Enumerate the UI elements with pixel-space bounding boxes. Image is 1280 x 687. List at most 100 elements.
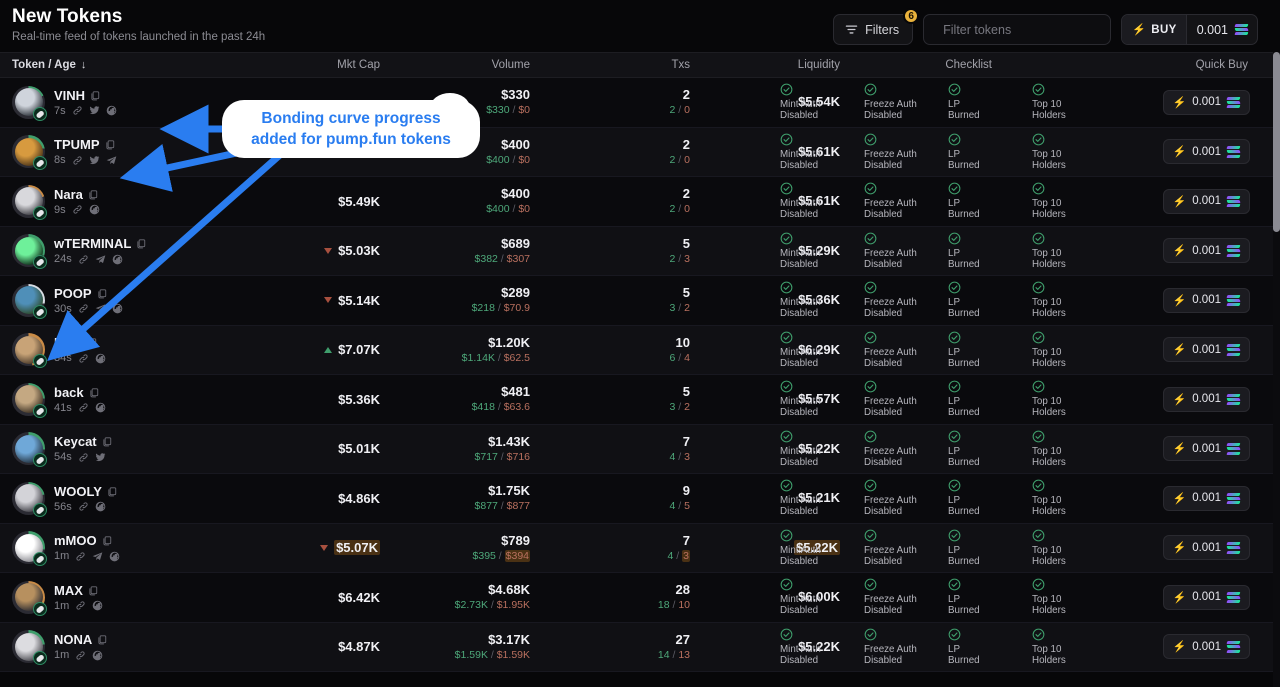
buy-button[interactable]: ⚡ BUY bbox=[1122, 15, 1186, 44]
quick-buy-button[interactable]: ⚡ 0.001 bbox=[1162, 139, 1250, 165]
column-header-volume[interactable]: Volume bbox=[380, 59, 530, 71]
globe-icon[interactable] bbox=[92, 600, 103, 611]
table-row[interactable]: POOP 30s $5.14K $289 $218 / $70.9 5 3 / 2 $5.36… bbox=[0, 276, 1280, 326]
table-row[interactable]: VINH 7s $330 $330 / $0 2 2 / 0 $5.54K Mint Auth… bbox=[0, 78, 1280, 128]
token-cell[interactable]: mMOO 1m bbox=[0, 531, 262, 567]
filters-button[interactable]: Filters 6 bbox=[833, 8, 920, 45]
globe-icon[interactable] bbox=[112, 254, 123, 265]
globe-icon[interactable] bbox=[95, 402, 106, 413]
table-row[interactable]: Fern 34s $7.07K $1.20K $1.14K / $62.5 10 6 / 4… bbox=[0, 325, 1280, 375]
quick-buy-button[interactable]: ⚡ 0.001 bbox=[1162, 287, 1250, 313]
table-row[interactable]: WOOLY 56s $4.86K $1.75K $877 / $877 9 4 / 5 $5.… bbox=[0, 474, 1280, 524]
link-icon[interactable] bbox=[78, 501, 89, 512]
table-row[interactable]: back 41s $5.36K $481 $418 / $63.6 5 3 / 2 $5.57… bbox=[0, 375, 1280, 425]
token-cell[interactable]: Nara 9s bbox=[0, 184, 262, 220]
token-avatar[interactable] bbox=[12, 432, 47, 468]
token-cell[interactable]: POOP 30s bbox=[0, 283, 262, 319]
telegram-icon[interactable] bbox=[95, 303, 106, 314]
link-icon[interactable] bbox=[75, 551, 86, 562]
globe-icon[interactable] bbox=[95, 501, 106, 512]
table-row[interactable]: TPUMP8s$5.41K$400$400 / $022 / 0$5.61KMi… bbox=[0, 127, 1280, 177]
copy-icon[interactable] bbox=[102, 535, 112, 546]
token-cell[interactable]: MAX 1m bbox=[0, 580, 262, 616]
token-cell[interactable]: wTERMINAL 24s bbox=[0, 234, 262, 270]
token-avatar[interactable] bbox=[12, 333, 47, 369]
globe-icon[interactable] bbox=[112, 303, 123, 314]
table-row[interactable]: wTERMINAL 24s $5.03K $689 $382 / $307 5 2 / 3 $… bbox=[0, 226, 1280, 276]
link-icon[interactable] bbox=[75, 650, 86, 661]
copy-icon[interactable] bbox=[136, 238, 146, 249]
link-icon[interactable] bbox=[78, 452, 89, 463]
buy-amount-field[interactable]: 0.001 bbox=[1185, 15, 1257, 44]
column-header-liquidity[interactable]: Liquidity bbox=[690, 59, 840, 71]
column-header-mkt-cap[interactable]: Mkt Cap bbox=[262, 59, 380, 71]
token-avatar[interactable] bbox=[12, 481, 47, 517]
table-row[interactable]: mMOO 1m $5.07K $789 $395 / $394 7 4 / 3 $5.22K M… bbox=[0, 523, 1280, 573]
link-icon[interactable] bbox=[78, 303, 89, 314]
quick-buy-button[interactable]: ⚡ 0.001 bbox=[1162, 337, 1250, 363]
globe-icon[interactable] bbox=[95, 353, 106, 364]
link-icon[interactable] bbox=[78, 353, 89, 364]
link-icon[interactable] bbox=[78, 254, 89, 265]
token-cell[interactable]: NONA 1m bbox=[0, 630, 262, 666]
table-row[interactable]: NONA 1m $4.87K $3.17K $1.59K / $1.59K 27 14 / … bbox=[0, 622, 1280, 672]
quick-buy-button[interactable]: ⚡ 0.001 bbox=[1162, 584, 1250, 610]
copy-icon[interactable] bbox=[105, 139, 115, 150]
link-icon[interactable] bbox=[72, 204, 83, 215]
quick-buy-button[interactable]: ⚡ 0.001 bbox=[1162, 634, 1250, 660]
link-icon[interactable] bbox=[75, 600, 86, 611]
globe-icon[interactable] bbox=[109, 551, 120, 562]
column-header-token[interactable]: Token / Age ↓ bbox=[0, 59, 262, 71]
copy-icon[interactable] bbox=[97, 288, 107, 299]
quick-buy-button[interactable]: ⚡ 0.001 bbox=[1162, 238, 1250, 264]
quick-buy-button[interactable]: ⚡ 0.001 bbox=[1162, 535, 1250, 561]
twitter-icon[interactable] bbox=[89, 105, 100, 116]
vertical-scrollbar[interactable] bbox=[1273, 52, 1280, 687]
copy-icon[interactable] bbox=[97, 634, 107, 645]
copy-icon[interactable] bbox=[90, 90, 100, 101]
table-row[interactable]: MAX 1m $6.42K $4.68K $2.73K / $1.95K 28 18 / 1… bbox=[0, 573, 1280, 623]
table-row[interactable]: Nara 9s $5.49K $400 $400 / $0 2 2 / 0 $5.61K Min… bbox=[0, 177, 1280, 227]
quick-buy-button[interactable]: ⚡ 0.001 bbox=[1162, 386, 1250, 412]
quick-buy-button[interactable]: ⚡ 0.001 bbox=[1162, 485, 1250, 511]
token-avatar[interactable] bbox=[12, 630, 47, 666]
token-avatar[interactable] bbox=[12, 580, 47, 616]
telegram-icon[interactable] bbox=[106, 155, 117, 166]
telegram-icon[interactable] bbox=[95, 254, 106, 265]
token-cell[interactable]: Fern 34s bbox=[0, 333, 262, 369]
token-avatar[interactable] bbox=[12, 85, 47, 121]
token-avatar[interactable] bbox=[12, 382, 47, 418]
copy-icon[interactable] bbox=[87, 337, 97, 348]
globe-icon[interactable] bbox=[89, 204, 100, 215]
token-avatar[interactable] bbox=[12, 531, 47, 567]
column-header-txs[interactable]: Txs bbox=[530, 59, 690, 71]
token-cell[interactable]: back 41s bbox=[0, 382, 262, 418]
link-icon[interactable] bbox=[78, 402, 89, 413]
token-cell[interactable]: Keycat 54s bbox=[0, 432, 262, 468]
link-icon[interactable] bbox=[72, 155, 83, 166]
table-row[interactable]: Keycat 54s $5.01K $1.43K $717 / $716 7 4 / 3 $5… bbox=[0, 424, 1280, 474]
token-avatar[interactable] bbox=[12, 184, 47, 220]
search-box[interactable] bbox=[923, 14, 1112, 45]
globe-icon[interactable] bbox=[92, 650, 103, 661]
copy-icon[interactable] bbox=[89, 387, 99, 398]
twitter-icon[interactable] bbox=[95, 452, 106, 463]
globe-icon[interactable] bbox=[106, 105, 117, 116]
search-input[interactable] bbox=[943, 22, 1105, 37]
copy-icon[interactable] bbox=[107, 486, 117, 497]
quick-buy-button[interactable]: ⚡ 0.001 bbox=[1162, 188, 1250, 214]
token-avatar[interactable] bbox=[12, 135, 47, 171]
token-avatar[interactable] bbox=[12, 283, 47, 319]
copy-icon[interactable] bbox=[88, 189, 98, 200]
quick-buy-button[interactable]: ⚡ 0.001 bbox=[1162, 436, 1250, 462]
txs-buys: 14 bbox=[657, 648, 670, 661]
link-icon[interactable] bbox=[72, 105, 83, 116]
twitter-icon[interactable] bbox=[89, 155, 100, 166]
telegram-icon[interactable] bbox=[92, 551, 103, 562]
scrollbar-thumb[interactable] bbox=[1273, 52, 1280, 232]
copy-icon[interactable] bbox=[102, 436, 112, 447]
quick-buy-button[interactable]: ⚡ 0.001 bbox=[1162, 89, 1250, 115]
token-avatar[interactable] bbox=[12, 234, 47, 270]
token-cell[interactable]: WOOLY 56s bbox=[0, 481, 262, 517]
copy-icon[interactable] bbox=[88, 585, 98, 596]
